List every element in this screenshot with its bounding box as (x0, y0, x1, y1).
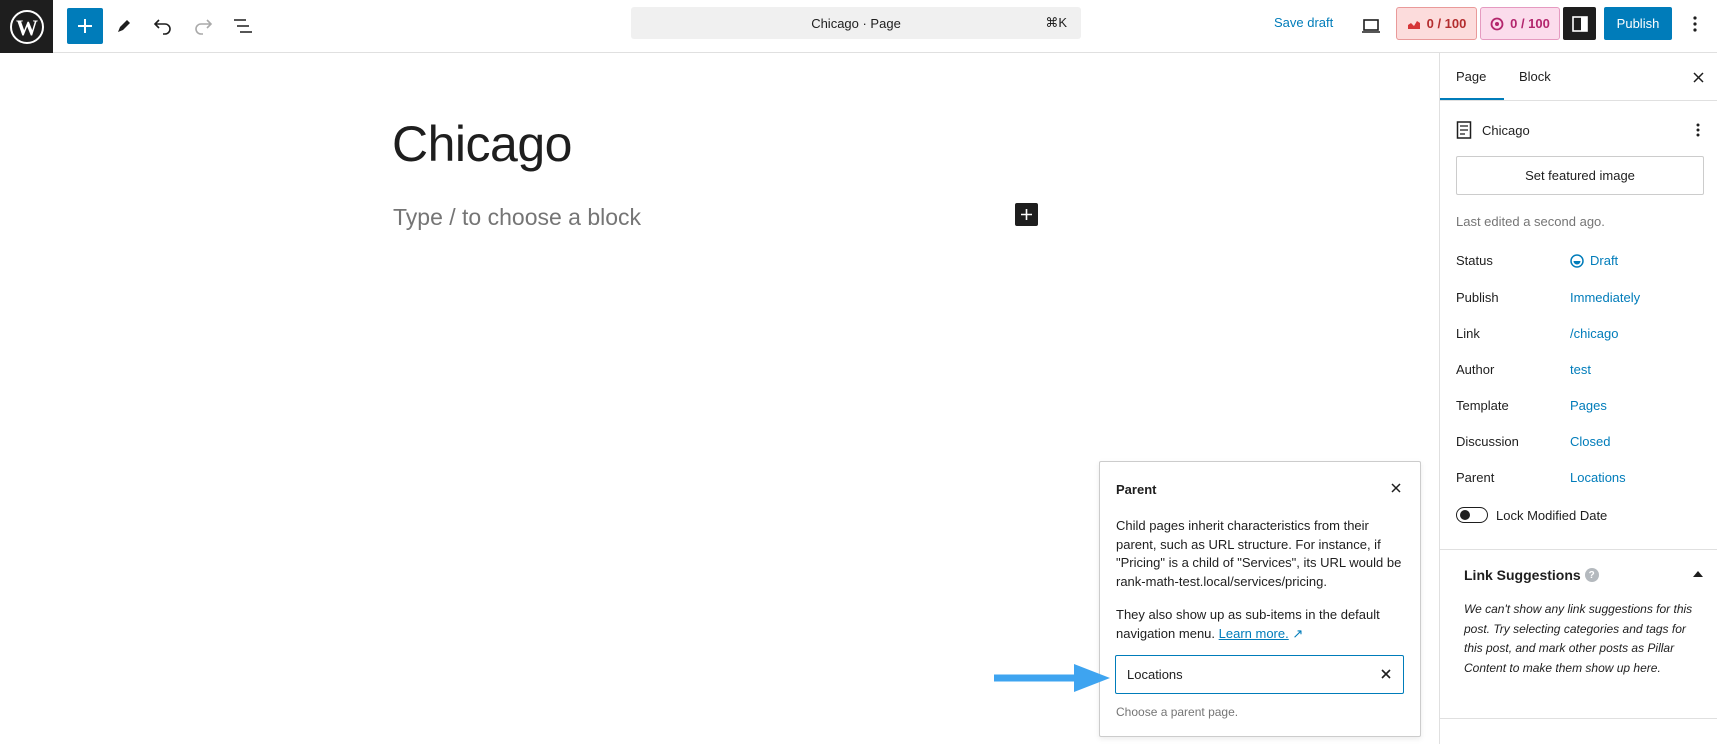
author-value[interactable]: test (1570, 362, 1591, 377)
external-link-icon: ↗ (1292, 626, 1304, 641)
tab-page[interactable]: Page (1456, 69, 1486, 84)
content-ai-score-button[interactable]: 0 / 100 (1480, 7, 1560, 40)
meta-row-author: Author test (1456, 362, 1591, 377)
page-title[interactable]: Chicago (392, 115, 572, 173)
clear-icon[interactable] (1377, 665, 1395, 683)
meta-row-publish: Publish Immediately (1456, 290, 1641, 305)
popover-description: Child pages inherit characteristics from… (1116, 518, 1402, 589)
parent-value[interactable]: Locations (1570, 470, 1626, 485)
publish-button[interactable]: Publish (1604, 7, 1672, 40)
meta-row-status: Status Draft (1456, 253, 1619, 268)
help-icon[interactable]: ? (1584, 568, 1599, 582)
set-featured-image-button[interactable]: Set featured image (1456, 156, 1704, 195)
edit-pencil-icon[interactable] (106, 8, 142, 44)
page-icon (1456, 121, 1472, 139)
seo-score-button[interactable]: 0 / 100 (1396, 7, 1477, 40)
meta-row-link: Link /chicago (1456, 326, 1619, 341)
save-draft-button[interactable]: Save draft (1274, 15, 1333, 30)
document-title-bar: Chicago · Page (811, 15, 901, 31)
discussion-value[interactable]: Closed (1570, 434, 1610, 449)
command-palette-bar[interactable]: Chicago · Page ⌘K (631, 7, 1081, 39)
block-placeholder[interactable]: Type / to choose a block (393, 204, 641, 231)
redo-icon[interactable] (185, 8, 221, 44)
preview-device-icon[interactable] (1353, 8, 1389, 44)
editor-header: W Chicago · Page ⌘K Save draft 0 / 100 0… (0, 0, 1717, 53)
svg-text:W: W (16, 15, 38, 40)
popover-title: Parent (1116, 482, 1157, 497)
parent-page-input[interactable]: Locations (1115, 655, 1404, 694)
document-overview-icon[interactable] (225, 8, 261, 44)
close-icon[interactable] (1386, 478, 1406, 498)
rank-math-icon (1407, 20, 1420, 29)
publish-value[interactable]: Immediately (1570, 290, 1640, 305)
lock-modified-date-toggle[interactable] (1456, 507, 1488, 523)
link-suggestions-title[interactable]: Link Suggestions ? (1464, 567, 1599, 583)
meta-row-template: Template Pages (1456, 398, 1607, 413)
template-value[interactable]: Pages (1570, 398, 1607, 413)
sidebar-icon (1571, 15, 1588, 32)
lock-modified-date-label: Lock Modified Date (1496, 507, 1608, 523)
content-ai-icon (1490, 17, 1504, 30)
draft-status-icon (1570, 253, 1584, 268)
document-actions-icon[interactable] (1690, 118, 1706, 142)
options-menu-icon[interactable] (1681, 7, 1709, 40)
popover-description-2: They also show up as sub-items in the de… (1116, 607, 1380, 641)
wordpress-logo-icon[interactable]: W (0, 0, 53, 53)
tab-block[interactable]: Block (1519, 69, 1551, 84)
close-sidebar-icon[interactable] (1686, 65, 1710, 89)
parent-popover: Parent Child pages inherit characteristi… (1099, 461, 1421, 737)
document-name: Chicago (1482, 122, 1530, 138)
inline-add-block-button[interactable] (1015, 203, 1038, 226)
active-tab-indicator (1440, 98, 1504, 100)
settings-sidebar-toggle[interactable] (1563, 7, 1596, 40)
link-suggestions-panel: Link Suggestions ? We can't show any lin… (1440, 549, 1717, 719)
meta-row-discussion: Discussion Closed (1456, 434, 1611, 449)
sidebar-tabs: Page Block (1440, 53, 1717, 101)
input-help-text: Choose a parent page. (1116, 705, 1239, 719)
lock-modified-date-row: Lock Modified Date (1456, 505, 1607, 525)
settings-sidebar: Page Block Chicago Set featured image La… (1439, 53, 1717, 744)
add-block-button[interactable] (67, 8, 103, 44)
link-value[interactable]: /chicago (1570, 326, 1618, 341)
link-suggestions-text: We can't show any link suggestions for t… (1464, 602, 1693, 675)
last-edited-text: Last edited a second ago. (1456, 214, 1605, 229)
document-summary: Chicago (1456, 118, 1706, 142)
collapse-caret-icon[interactable] (1693, 570, 1703, 577)
keyboard-shortcut: ⌘K (1045, 15, 1067, 30)
undo-icon[interactable] (145, 8, 181, 44)
annotation-arrow-icon (994, 664, 1110, 692)
meta-row-parent: Parent Locations (1456, 470, 1626, 485)
status-value[interactable]: Draft (1570, 253, 1618, 268)
learn-more-link[interactable]: Learn more. (1219, 626, 1289, 641)
